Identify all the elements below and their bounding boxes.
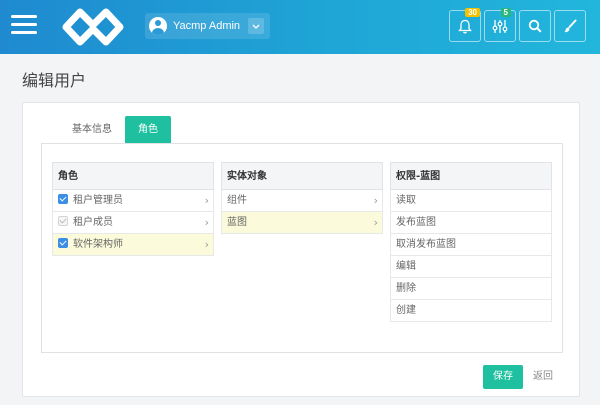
roles-column: 角色 租户管理员 › 租户成员 › 软件架构师 › (52, 162, 214, 256)
search-icon (528, 19, 542, 33)
tab-basic-info[interactable]: 基本信息 (59, 116, 125, 144)
checkbox-checked[interactable] (58, 238, 68, 248)
user-icon (149, 17, 167, 35)
chevron-down-icon[interactable] (248, 18, 265, 34)
save-button[interactable]: 保存 (483, 365, 523, 389)
entity-row[interactable]: 组件 › (221, 190, 383, 212)
role-row[interactable]: 租户成员 › (52, 212, 214, 234)
chevron-right-icon: › (204, 238, 209, 251)
checkbox-disabled (58, 216, 68, 226)
entity-label: 蓝图 (227, 217, 247, 228)
user-name: Yacmp Admin (173, 20, 241, 32)
settings-button[interactable]: 5 (484, 8, 516, 42)
edit-user-card: 基本信息 角色 角色 租户管理员 › 租户成员 › 软件架构师 › 实体对象 组… (22, 102, 580, 397)
role-label: 租户管理员 (73, 195, 123, 206)
entity-row-selected[interactable]: 蓝图 › (221, 212, 383, 234)
roles-column-header: 角色 (52, 162, 214, 190)
logo[interactable] (60, 8, 126, 46)
chevron-right-icon: › (373, 194, 378, 207)
search-button[interactable] (519, 10, 551, 42)
notifications-button[interactable]: 30 (449, 8, 481, 42)
notifications-badge: 30 (465, 8, 480, 17)
brush-icon (564, 19, 577, 33)
permission-row[interactable]: 取消发布蓝图 (390, 234, 552, 256)
checkbox-checked[interactable] (58, 194, 68, 204)
permission-row[interactable]: 编辑 (390, 256, 552, 278)
roles-panel: 角色 租户管理员 › 租户成员 › 软件架构师 › 实体对象 组件 › 蓝图 ›… (41, 143, 563, 353)
permission-row[interactable]: 删除 (390, 278, 552, 300)
role-label: 软件架构师 (73, 239, 123, 250)
tab-bar: 基本信息 角色 (59, 116, 171, 144)
chevron-right-icon: › (204, 216, 209, 229)
user-menu[interactable]: Yacmp Admin (145, 13, 271, 39)
role-label: 租户成员 (73, 217, 113, 228)
permissions-column: 权限-蓝图 读取 发布蓝图 取消发布蓝图 编辑 删除 创建 (390, 162, 552, 322)
permission-row[interactable]: 创建 (390, 300, 552, 322)
theme-button[interactable] (554, 10, 586, 42)
menu-icon[interactable] (11, 15, 37, 37)
entities-column: 实体对象 组件 › 蓝图 › (221, 162, 383, 234)
top-navigation-bar: Yacmp Admin 30 5 (0, 0, 600, 54)
permissions-column-header: 权限-蓝图 (390, 162, 552, 190)
tab-roles[interactable]: 角色 (125, 116, 171, 144)
sliders-icon (492, 19, 508, 33)
entity-label: 组件 (227, 195, 247, 206)
back-link[interactable]: 返回 (533, 365, 553, 389)
permission-row[interactable]: 发布蓝图 (390, 212, 552, 234)
permission-row[interactable]: 读取 (390, 190, 552, 212)
page-title: 编辑用户 (22, 73, 87, 90)
role-row[interactable]: 租户管理员 › (52, 190, 214, 212)
settings-badge: 5 (500, 8, 511, 17)
role-row-selected[interactable]: 软件架构师 › (52, 234, 214, 256)
entities-column-header: 实体对象 (221, 162, 383, 190)
bell-icon (458, 19, 472, 33)
chevron-right-icon: › (373, 216, 378, 229)
chevron-right-icon: › (204, 194, 209, 207)
